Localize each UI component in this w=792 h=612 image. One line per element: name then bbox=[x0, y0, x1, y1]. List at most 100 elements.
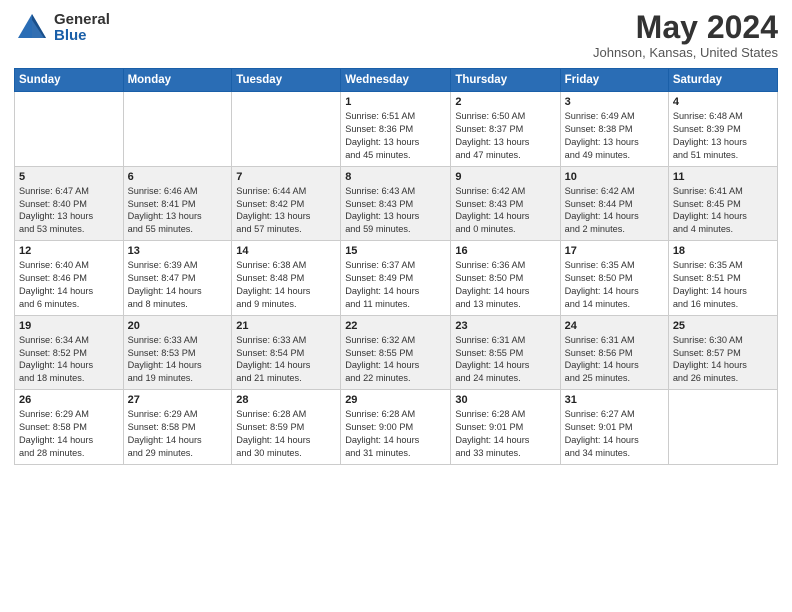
col-wednesday: Wednesday bbox=[341, 69, 451, 92]
day-number: 19 bbox=[19, 320, 119, 332]
day-number: 28 bbox=[236, 394, 336, 406]
day-info: Sunrise: 6:34 AM Sunset: 8:52 PM Dayligh… bbox=[19, 334, 119, 386]
day-number: 20 bbox=[128, 320, 228, 332]
table-cell: 21 Sunrise: 6:33 AM Sunset: 8:54 PM Dayli… bbox=[232, 315, 341, 390]
day-info: Sunrise: 6:41 AM Sunset: 8:45 PM Dayligh… bbox=[673, 185, 773, 237]
day-info: Sunrise: 6:39 AM Sunset: 8:47 PM Dayligh… bbox=[128, 259, 228, 311]
day-info: Sunrise: 6:28 AM Sunset: 8:59 PM Dayligh… bbox=[236, 408, 336, 460]
title-block: May 2024 Johnson, Kansas, United States bbox=[593, 10, 778, 60]
day-number: 29 bbox=[345, 394, 446, 406]
day-number: 16 bbox=[455, 245, 555, 257]
day-info: Sunrise: 6:37 AM Sunset: 8:49 PM Dayligh… bbox=[345, 259, 446, 311]
day-number: 24 bbox=[565, 320, 664, 332]
day-number: 7 bbox=[236, 171, 336, 183]
day-info: Sunrise: 6:43 AM Sunset: 8:43 PM Dayligh… bbox=[345, 185, 446, 237]
logo-icon bbox=[14, 10, 50, 46]
day-info: Sunrise: 6:31 AM Sunset: 8:55 PM Dayligh… bbox=[455, 334, 555, 386]
day-info: Sunrise: 6:27 AM Sunset: 9:01 PM Dayligh… bbox=[565, 408, 664, 460]
table-cell: 17Sunrise: 6:35 AM Sunset: 8:50 PM Dayli… bbox=[560, 241, 668, 316]
day-number: 23 bbox=[455, 320, 555, 332]
day-info: Sunrise: 6:40 AM Sunset: 8:46 PM Dayligh… bbox=[19, 259, 119, 311]
calendar-table: Sunday Monday Tuesday Wednesday Thursday… bbox=[14, 68, 778, 465]
day-number: 15 bbox=[345, 245, 446, 257]
week-row-1: 1Sunrise: 6:51 AM Sunset: 8:36 PM Daylig… bbox=[15, 92, 778, 167]
table-cell: 27 Sunrise: 6:29 AM Sunset: 8:58 PM Dayli… bbox=[123, 390, 232, 465]
table-cell: 1Sunrise: 6:51 AM Sunset: 8:36 PM Daylig… bbox=[341, 92, 451, 167]
day-info: Sunrise: 6:32 AM Sunset: 8:55 PM Dayligh… bbox=[345, 334, 446, 386]
table-cell: 30 Sunrise: 6:28 AM Sunset: 9:01 PM Dayli… bbox=[451, 390, 560, 465]
day-info: Sunrise: 6:35 AM Sunset: 8:51 PM Dayligh… bbox=[673, 259, 773, 311]
day-number: 27 bbox=[128, 394, 228, 406]
table-cell: 7 Sunrise: 6:44 AM Sunset: 8:42 PM Daylig… bbox=[232, 166, 341, 241]
table-cell: 14 Sunrise: 6:38 AM Sunset: 8:48 PM Dayli… bbox=[232, 241, 341, 316]
day-info: Sunrise: 6:28 AM Sunset: 9:01 PM Dayligh… bbox=[455, 408, 555, 460]
table-cell: 24 Sunrise: 6:31 AM Sunset: 8:56 PM Dayli… bbox=[560, 315, 668, 390]
table-cell: 20 Sunrise: 6:33 AM Sunset: 8:53 PM Dayli… bbox=[123, 315, 232, 390]
page: General Blue May 2024 Johnson, Kansas, U… bbox=[0, 0, 792, 612]
table-cell: 3 Sunrise: 6:49 AM Sunset: 8:38 PM Daylig… bbox=[560, 92, 668, 167]
day-number: 21 bbox=[236, 320, 336, 332]
table-cell: 5Sunrise: 6:47 AM Sunset: 8:40 PM Daylig… bbox=[15, 166, 124, 241]
day-number: 30 bbox=[455, 394, 555, 406]
table-cell: 22 Sunrise: 6:32 AM Sunset: 8:55 PM Dayli… bbox=[341, 315, 451, 390]
col-monday: Monday bbox=[123, 69, 232, 92]
table-cell: 8Sunrise: 6:43 AM Sunset: 8:43 PM Daylig… bbox=[341, 166, 451, 241]
day-info: Sunrise: 6:49 AM Sunset: 8:38 PM Dayligh… bbox=[565, 110, 664, 162]
table-cell: 9Sunrise: 6:42 AM Sunset: 8:43 PM Daylig… bbox=[451, 166, 560, 241]
day-info: Sunrise: 6:33 AM Sunset: 8:53 PM Dayligh… bbox=[128, 334, 228, 386]
logo-general-text: General bbox=[54, 12, 110, 29]
table-cell bbox=[15, 92, 124, 167]
day-info: Sunrise: 6:29 AM Sunset: 8:58 PM Dayligh… bbox=[128, 408, 228, 460]
main-title: May 2024 bbox=[593, 10, 778, 45]
day-number: 6 bbox=[128, 171, 228, 183]
day-info: Sunrise: 6:31 AM Sunset: 8:56 PM Dayligh… bbox=[565, 334, 664, 386]
week-row-2: 5Sunrise: 6:47 AM Sunset: 8:40 PM Daylig… bbox=[15, 166, 778, 241]
week-row-4: 19 Sunrise: 6:34 AM Sunset: 8:52 PM Dayli… bbox=[15, 315, 778, 390]
table-cell: 19 Sunrise: 6:34 AM Sunset: 8:52 PM Dayli… bbox=[15, 315, 124, 390]
table-cell: 13Sunrise: 6:39 AM Sunset: 8:47 PM Dayli… bbox=[123, 241, 232, 316]
day-info: Sunrise: 6:38 AM Sunset: 8:48 PM Dayligh… bbox=[236, 259, 336, 311]
day-number: 9 bbox=[455, 171, 555, 183]
table-cell: 11 Sunrise: 6:41 AM Sunset: 8:45 PM Dayli… bbox=[668, 166, 777, 241]
table-cell: 12 Sunrise: 6:40 AM Sunset: 8:46 PM Dayli… bbox=[15, 241, 124, 316]
col-saturday: Saturday bbox=[668, 69, 777, 92]
day-number: 31 bbox=[565, 394, 664, 406]
day-number: 11 bbox=[673, 171, 773, 183]
day-number: 4 bbox=[673, 96, 773, 108]
table-cell: 28 Sunrise: 6:28 AM Sunset: 8:59 PM Dayli… bbox=[232, 390, 341, 465]
table-cell: 23 Sunrise: 6:31 AM Sunset: 8:55 PM Dayli… bbox=[451, 315, 560, 390]
table-cell: 29 Sunrise: 6:28 AM Sunset: 9:00 PM Dayli… bbox=[341, 390, 451, 465]
table-cell: 6 Sunrise: 6:46 AM Sunset: 8:41 PM Daylig… bbox=[123, 166, 232, 241]
day-info: Sunrise: 6:35 AM Sunset: 8:50 PM Dayligh… bbox=[565, 259, 664, 311]
col-tuesday: Tuesday bbox=[232, 69, 341, 92]
header-row: Sunday Monday Tuesday Wednesday Thursday… bbox=[15, 69, 778, 92]
day-number: 14 bbox=[236, 245, 336, 257]
day-info: Sunrise: 6:33 AM Sunset: 8:54 PM Dayligh… bbox=[236, 334, 336, 386]
table-cell bbox=[123, 92, 232, 167]
day-number: 25 bbox=[673, 320, 773, 332]
col-sunday: Sunday bbox=[15, 69, 124, 92]
day-number: 22 bbox=[345, 320, 446, 332]
table-cell: 4 Sunrise: 6:48 AM Sunset: 8:39 PM Daylig… bbox=[668, 92, 777, 167]
day-info: Sunrise: 6:30 AM Sunset: 8:57 PM Dayligh… bbox=[673, 334, 773, 386]
day-info: Sunrise: 6:44 AM Sunset: 8:42 PM Dayligh… bbox=[236, 185, 336, 237]
table-cell: 15 Sunrise: 6:37 AM Sunset: 8:49 PM Dayli… bbox=[341, 241, 451, 316]
subtitle: Johnson, Kansas, United States bbox=[593, 45, 778, 60]
col-thursday: Thursday bbox=[451, 69, 560, 92]
table-cell: 26Sunrise: 6:29 AM Sunset: 8:58 PM Dayli… bbox=[15, 390, 124, 465]
day-number: 18 bbox=[673, 245, 773, 257]
week-row-5: 26Sunrise: 6:29 AM Sunset: 8:58 PM Dayli… bbox=[15, 390, 778, 465]
table-cell: 16 Sunrise: 6:36 AM Sunset: 8:50 PM Dayli… bbox=[451, 241, 560, 316]
day-info: Sunrise: 6:28 AM Sunset: 9:00 PM Dayligh… bbox=[345, 408, 446, 460]
day-info: Sunrise: 6:36 AM Sunset: 8:50 PM Dayligh… bbox=[455, 259, 555, 311]
table-cell bbox=[668, 390, 777, 465]
header: General Blue May 2024 Johnson, Kansas, U… bbox=[14, 10, 778, 60]
day-info: Sunrise: 6:48 AM Sunset: 8:39 PM Dayligh… bbox=[673, 110, 773, 162]
logo: General Blue bbox=[14, 10, 110, 46]
table-cell: 18 Sunrise: 6:35 AM Sunset: 8:51 PM Dayli… bbox=[668, 241, 777, 316]
day-number: 2 bbox=[455, 96, 555, 108]
day-number: 12 bbox=[19, 245, 119, 257]
day-number: 10 bbox=[565, 171, 664, 183]
day-number: 3 bbox=[565, 96, 664, 108]
day-info: Sunrise: 6:46 AM Sunset: 8:41 PM Dayligh… bbox=[128, 185, 228, 237]
